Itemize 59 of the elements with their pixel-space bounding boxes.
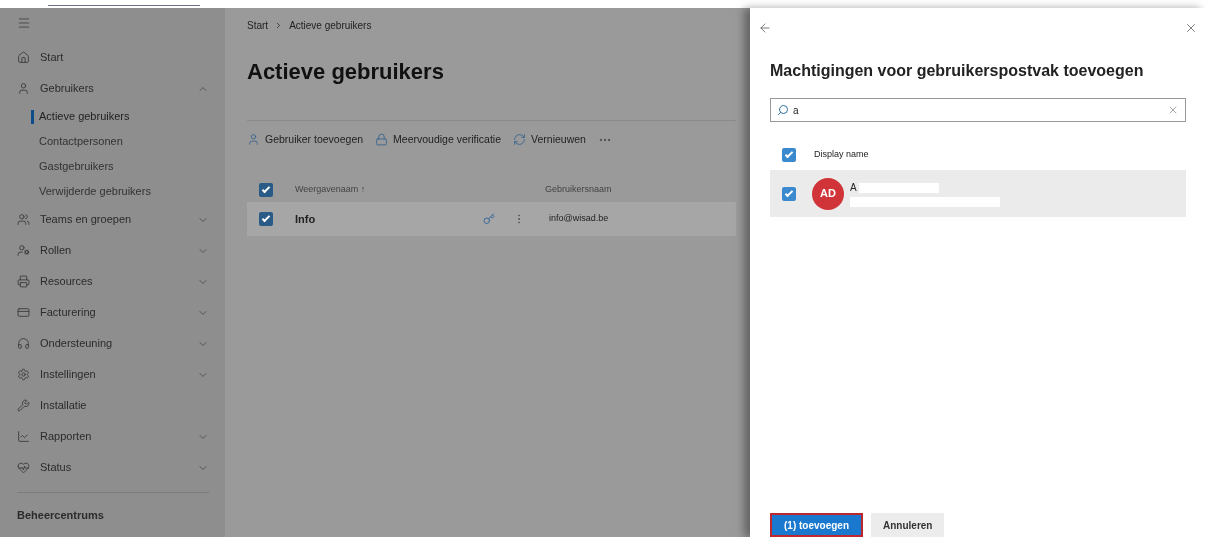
add-button[interactable]: (1) toevoegen bbox=[770, 513, 863, 537]
panel-title: Machtigingen voor gebruikerspostvak toevoegen bbox=[770, 61, 1145, 81]
breadcrumb-link[interactable]: Actieve gebruikers bbox=[289, 18, 372, 33]
nav-item[interactable]: Instellingen bbox=[17, 359, 209, 390]
card-icon bbox=[17, 306, 30, 319]
checkbox[interactable] bbox=[259, 182, 273, 197]
nav-item[interactable]: Teams en groepen bbox=[17, 204, 209, 235]
toolbar-button[interactable]: Meervoudige verificatie bbox=[375, 132, 502, 148]
checkbox[interactable] bbox=[259, 211, 273, 226]
menu-icon[interactable] bbox=[17, 16, 31, 30]
column-header[interactable]: Display name bbox=[814, 148, 869, 162]
home-icon bbox=[17, 51, 30, 64]
back-icon[interactable] bbox=[758, 21, 772, 35]
heart-icon bbox=[17, 461, 30, 474]
table-cell-text: Info bbox=[295, 211, 317, 227]
nav-item[interactable]: Status bbox=[17, 452, 209, 483]
toolbar-button[interactable]: Vernieuwen bbox=[513, 132, 586, 148]
checkbox[interactable] bbox=[782, 186, 796, 201]
nav-item[interactable]: Start bbox=[17, 42, 209, 73]
close-icon[interactable] bbox=[1184, 21, 1198, 35]
lock-icon bbox=[375, 133, 389, 147]
list-row[interactable]: AD A bbox=[770, 170, 1186, 217]
person-icon bbox=[17, 82, 30, 95]
nav-item[interactable]: Rapporten bbox=[17, 421, 209, 452]
nav-subitem[interactable]: Actieve gebruikers bbox=[17, 104, 209, 129]
toolbar-button[interactable]: Gebruiker toevoegen bbox=[247, 132, 364, 148]
column-header[interactable]: Weergavenaam ↑ bbox=[295, 183, 545, 197]
key-icon[interactable] bbox=[483, 212, 495, 225]
avatar: AD bbox=[812, 177, 844, 210]
person-icon bbox=[247, 133, 260, 147]
nav-item[interactable]: Rollen bbox=[17, 235, 209, 266]
headset-icon bbox=[17, 337, 30, 350]
table-row[interactable]: Info info@wisad.be bbox=[247, 201, 736, 236]
nav-item[interactable]: Gebruikers bbox=[17, 73, 209, 104]
user-name: A bbox=[850, 181, 857, 195]
table-cell-text: info@wisad.be bbox=[549, 212, 609, 225]
nav-item[interactable]: Facturering bbox=[17, 297, 209, 328]
nav-subitem[interactable]: Gastgebruikers bbox=[17, 154, 209, 179]
nav-subitem[interactable]: Verwijderde gebruikers bbox=[17, 179, 209, 204]
column-header[interactable]: Gebruikersnaam bbox=[545, 183, 612, 197]
person-badge-icon bbox=[17, 244, 30, 257]
wrench-icon bbox=[17, 399, 30, 412]
chart-icon bbox=[17, 430, 30, 443]
nav-subitem[interactable]: Contactpersonen bbox=[17, 129, 209, 154]
refresh-icon bbox=[513, 133, 527, 147]
cancel-button[interactable]: Annuleren bbox=[871, 513, 945, 537]
settings-icon bbox=[17, 368, 30, 381]
breadcrumb-link[interactable]: Start bbox=[247, 18, 269, 33]
section-title: Beheercentrums bbox=[17, 508, 105, 523]
people-icon bbox=[17, 213, 30, 226]
nav-item[interactable]: Ondersteuning bbox=[17, 328, 209, 359]
nav-item[interactable]: Installatie bbox=[17, 390, 209, 421]
nav-item[interactable]: Resources bbox=[17, 266, 209, 297]
search-icon bbox=[777, 104, 789, 116]
page-title: Actieve gebruikers bbox=[247, 58, 445, 86]
checkbox[interactable] bbox=[782, 148, 796, 162]
clear-icon[interactable] bbox=[1167, 104, 1179, 116]
search-field[interactable]: a bbox=[770, 98, 1186, 122]
printer-icon bbox=[17, 275, 30, 288]
